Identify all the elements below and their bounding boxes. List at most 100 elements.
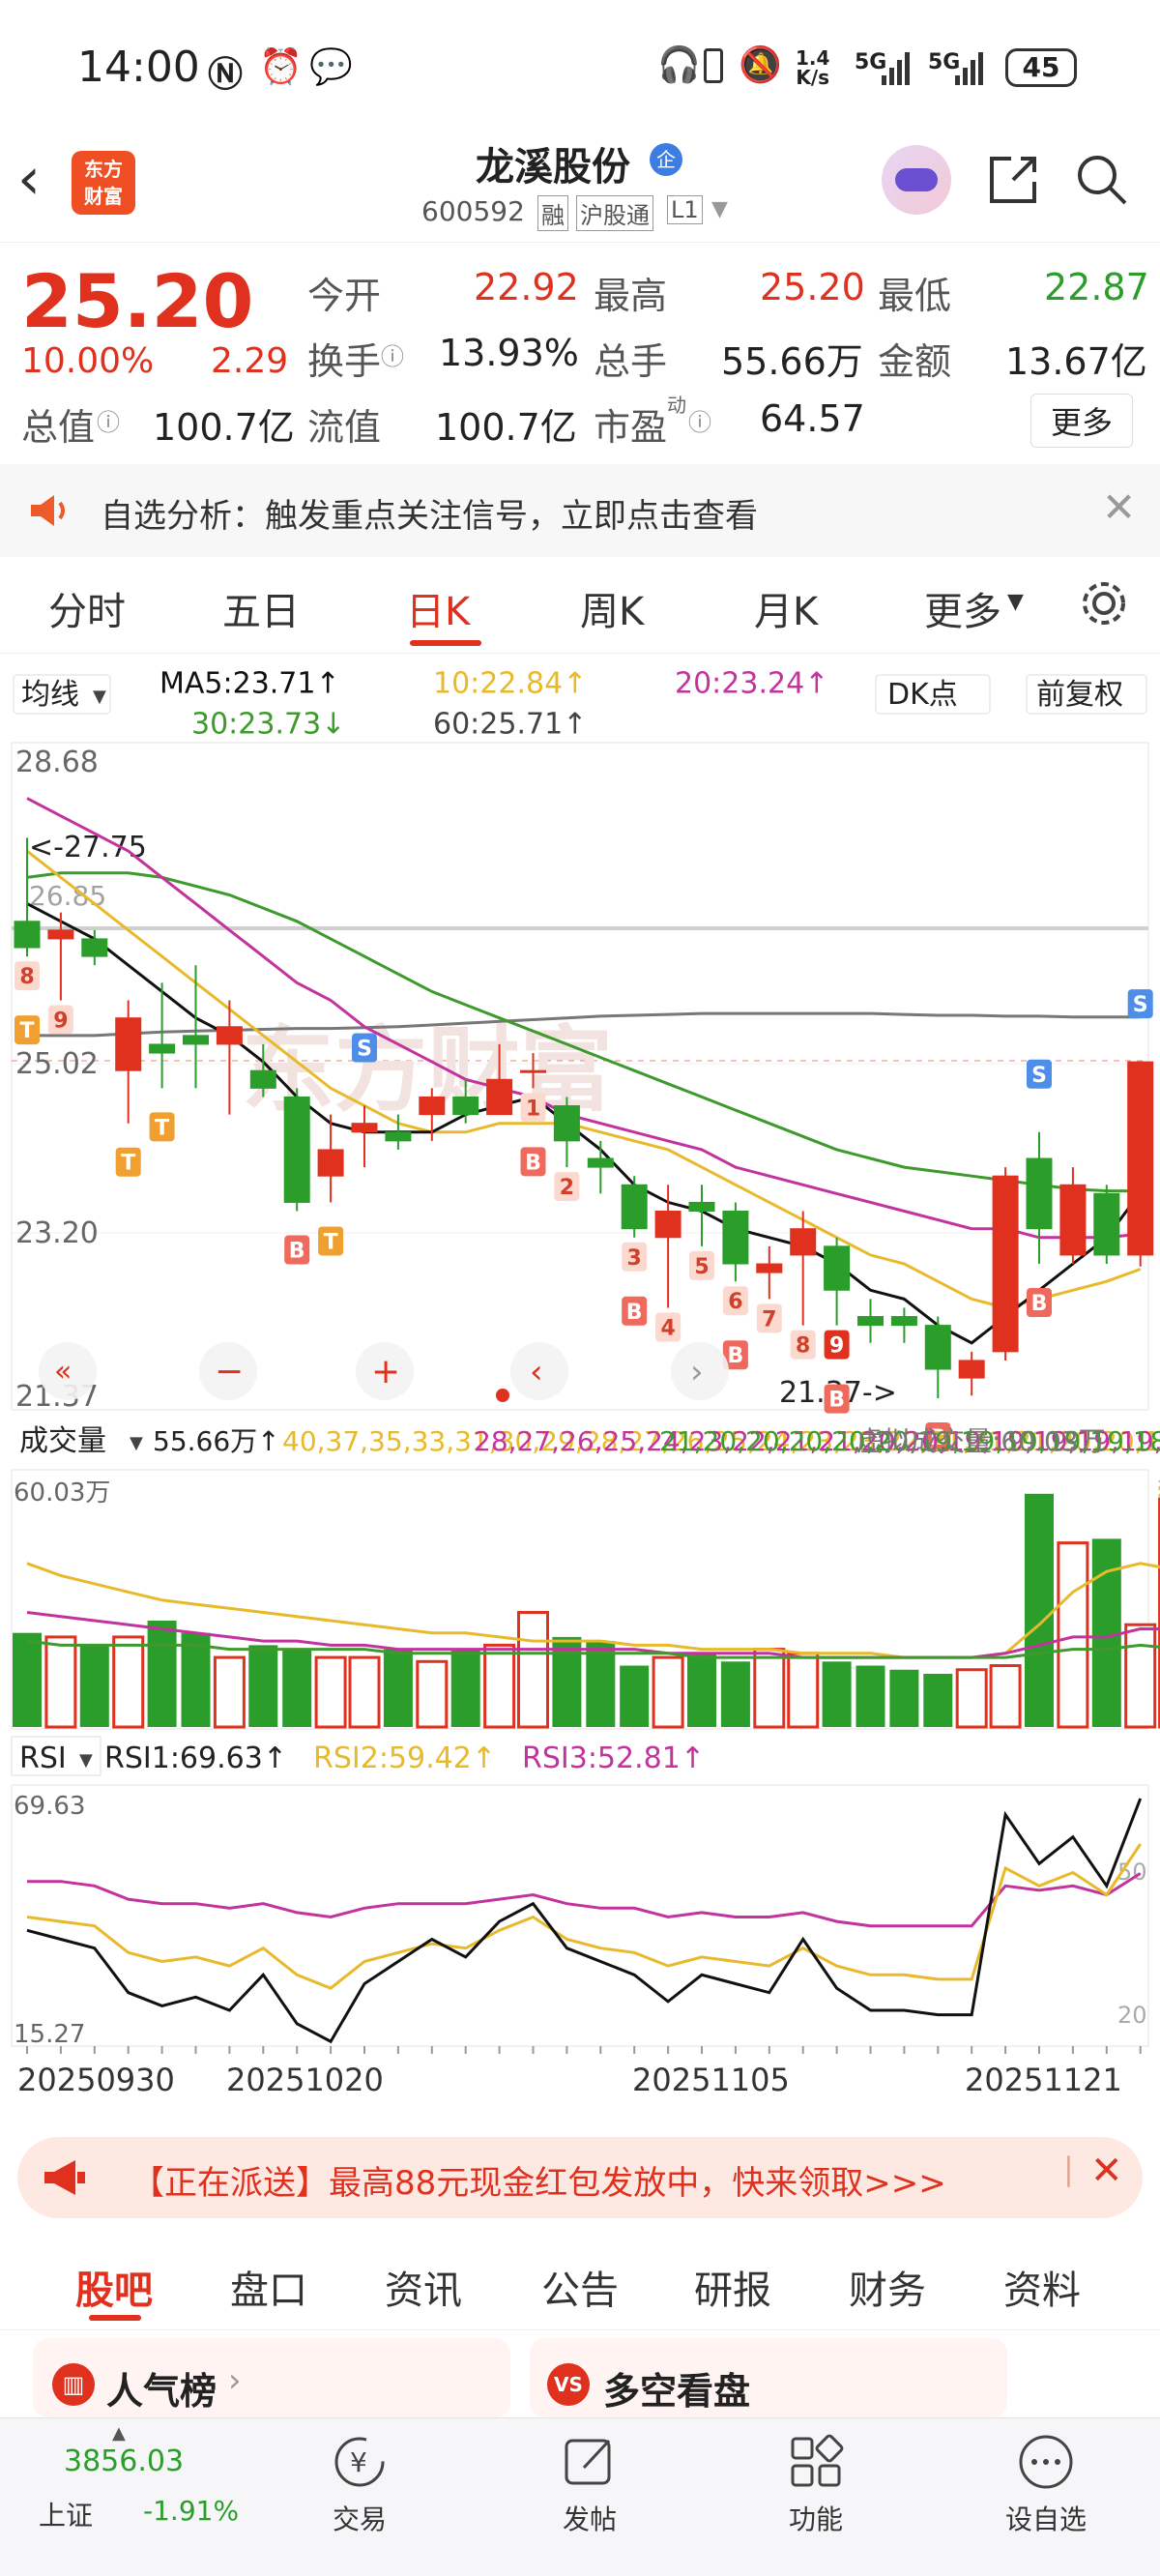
signal-label: 3 [627,1246,642,1271]
post-icon[interactable] [559,2431,621,2493]
volume-bar [112,1635,145,1729]
candle-body [890,1316,917,1327]
more-circle-icon[interactable] [1015,2431,1077,2493]
signal-label: 8 [796,1334,810,1359]
ma-selector-label: 均线 [21,678,79,712]
trade-icon[interactable]: ¥ [329,2431,391,2493]
volume-bar [517,1611,549,1729]
volume-bar [314,1655,347,1729]
versus-icon: VS [547,2363,590,2406]
signal-label: T [324,1230,338,1254]
high-note: <-27.75 [29,831,147,864]
feature-cards: ▥ 人气榜 › VS 多空看盘 [0,2330,1160,2417]
candle-body [81,938,108,957]
candle-body [1026,1157,1053,1230]
tab-research[interactable]: 研报 [694,2259,771,2315]
volume-bar [1091,1538,1121,1727]
chevron-right-icon: › [228,2361,242,2400]
signal-label: B [1031,1292,1048,1316]
volume-ymax-label: 60.03万 [14,1478,110,1508]
candle-body [1093,1192,1120,1256]
chevron-left-icon: ‹ [530,1353,543,1391]
candle-body [283,1096,310,1203]
double-left-icon: « [54,1355,72,1389]
index-name[interactable]: 上证 [39,2495,93,2533]
y-label-top: 28.68 [15,746,99,779]
ranking-icon: ▥ [52,2363,95,2406]
signal-label: 4 [660,1316,675,1340]
promo-banner[interactable]: 【正在派送】最高88元现金红包发放中，快来领取>>> | ✕ [17,2137,1143,2218]
rsi1-legend: RSI1:69.63↑ [104,1742,287,1775]
volume-bar [383,1649,413,1727]
ma60-legend: 60:25.71↑ [433,708,587,742]
volume-bar [213,1655,246,1729]
nav-add-watchlist[interactable]: 设自选 [969,2499,1123,2537]
candle-body [385,1131,412,1142]
rsi-r3-line [27,1872,1142,1928]
nav-function[interactable]: 功能 [739,2499,893,2537]
tab-pankou[interactable]: 盘口 [230,2259,307,2315]
volume-bar [923,1673,953,1727]
candle-body [722,1211,749,1265]
candle-body [654,1211,682,1239]
minus-icon: − [215,1352,244,1391]
kline-chart[interactable]: 均线 ▼ MA5:23.71↑ 10:22.84↑ 20:23.24↑ 30:2… [0,0,1160,2127]
candle-body [452,1096,479,1116]
caret-down-icon: ▼ [93,687,106,707]
date-label-1: 20250930 [17,2062,175,2098]
index-change[interactable]: -1.91% [143,2495,239,2527]
rsi-lines [26,1798,1143,2044]
volume-bar [13,1632,42,1727]
volume-bar [856,1665,885,1727]
candle-body [249,1069,276,1089]
tab-news[interactable]: 资讯 [385,2259,462,2315]
signal-label: S [1031,1064,1047,1088]
dk-points-label: DK点 [887,678,958,712]
tab-finance[interactable]: 财务 [849,2259,926,2315]
volume-bar [955,1668,988,1729]
popularity-title: 人气榜 [106,2370,218,2413]
promo-text: 【正在派送】最高88元现金红包发放中，快来领取>>> [131,2164,946,2203]
candle-body [149,1043,176,1054]
tab-profile[interactable]: 资料 [1003,2259,1081,2315]
divider: | [1063,2151,1074,2187]
volume-bar [720,1661,750,1727]
signal-label: S [1133,993,1148,1017]
popularity-card[interactable] [33,2338,510,2417]
volume-bar [687,1653,716,1727]
svg-text:¥: ¥ [350,2446,367,2478]
rsi-r2-line [26,1843,1142,1990]
y-label-low: 23.20 [15,1216,99,1250]
volume-bar [652,1655,684,1729]
signal-label: 6 [728,1290,742,1314]
tab-guba[interactable]: 股吧 [75,2259,153,2315]
rsi-ymax-label: 69.63 [14,1792,85,1821]
rsi-ymin-label: 15.27 [14,2020,85,2049]
long-short-card[interactable] [530,2338,1007,2417]
volume-bar [1124,1623,1157,1729]
signal-label: 9 [829,1334,844,1359]
chevron-right-icon: › [690,1353,704,1391]
ma30-legend: 30:23.73↓ [191,708,345,742]
volume-bar [889,1669,919,1727]
index-value[interactable]: 3856.03 [64,2444,184,2478]
nav-post[interactable]: 发帖 [512,2499,667,2537]
signal-label: S [357,1038,372,1062]
close-icon[interactable]: ✕ [1090,2149,1123,2193]
candle-body [1059,1184,1087,1256]
signal-label: B [828,1389,845,1413]
signal-label: T [121,1152,135,1176]
rsi3-legend: RSI3:52.81↑ [522,1742,705,1775]
tab-announcements[interactable]: 公告 [541,2259,619,2315]
volume-bar [753,1648,786,1729]
candle-body [958,1360,985,1379]
signal-label: B [289,1240,305,1264]
candle-body [924,1325,951,1370]
candle-body [47,929,74,940]
function-grid-icon[interactable] [785,2431,847,2493]
nav-trade[interactable]: 交易 [282,2499,437,2537]
signal-label: 5 [694,1255,709,1279]
candle-body [520,1069,546,1073]
ma5-legend: MA5:23.71↑ [160,667,340,701]
candle-body [183,1035,209,1045]
